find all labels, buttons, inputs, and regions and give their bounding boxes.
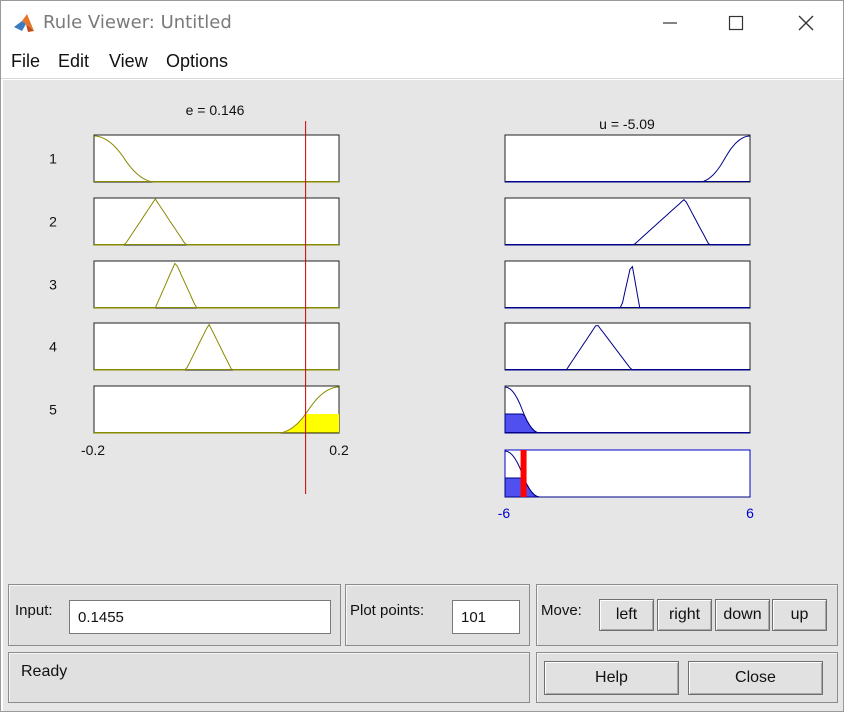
- menu-view[interactable]: View: [109, 51, 148, 72]
- input-mf-plot-2[interactable]: [93, 197, 340, 246]
- control-panel: Input: Plot points: Move: left right dow…: [3, 580, 843, 711]
- input-mf-plot-4[interactable]: [93, 322, 340, 371]
- rule-number-3[interactable]: 3: [49, 277, 57, 293]
- move-right-button[interactable]: right: [657, 599, 712, 631]
- minimize-button[interactable]: [637, 1, 703, 45]
- move-panel: Move: left right down up: [536, 584, 838, 646]
- move-up-button[interactable]: up: [772, 599, 827, 631]
- rule-number-2[interactable]: 2: [49, 214, 57, 230]
- input-field[interactable]: [69, 600, 331, 634]
- output-range-min-label: -6: [498, 505, 511, 521]
- title-bar: Rule Viewer: Untitled: [1, 1, 843, 45]
- input-range-max-label: 0.2: [329, 442, 349, 458]
- output-mf-plot-5[interactable]: [504, 385, 751, 434]
- rule-plots-canvas[interactable]: e = 0.146 u = -5.09 1 2 3 4 5 -0.2 0.2 -6 6: [3, 80, 843, 580]
- status-panel: Ready: [8, 652, 530, 703]
- plot-points-panel: Plot points:: [345, 584, 530, 646]
- menu-bar: File Edit View Options: [1, 45, 843, 79]
- menu-edit[interactable]: Edit: [58, 51, 89, 72]
- output-mf-plot-2[interactable]: [504, 197, 751, 246]
- window-title: Rule Viewer: Untitled: [43, 12, 232, 33]
- plot-points-field[interactable]: [452, 600, 520, 634]
- move-label: Move:: [541, 602, 582, 619]
- move-left-button[interactable]: left: [599, 599, 654, 631]
- help-button[interactable]: Help: [544, 661, 679, 695]
- action-panel: Help Close: [536, 652, 838, 703]
- minimize-icon: [663, 22, 677, 24]
- input-panel: Input:: [8, 584, 341, 646]
- output-variable-title: u = -5.09: [599, 116, 655, 132]
- matlab-logo-icon: [14, 14, 34, 32]
- menu-file[interactable]: File: [11, 51, 40, 72]
- output-mf-plots: [504, 134, 751, 434]
- rule-plot-area: e = 0.146 u = -5.09 1 2 3 4 5 -0.2 0.2 -6 6: [3, 80, 843, 580]
- close-window-button[interactable]: [773, 1, 839, 45]
- aggregated-output-frame[interactable]: [504, 449, 751, 498]
- input-label: Input:: [15, 602, 53, 619]
- rule-number-column: 1 2 3 4 5: [49, 151, 57, 418]
- rule-number-1[interactable]: 1: [49, 151, 57, 167]
- input-variable-title: e = 0.146: [186, 102, 245, 118]
- close-icon: [798, 15, 814, 31]
- input-mf-plot-1[interactable]: [93, 134, 340, 183]
- rule-number-5[interactable]: 5: [49, 402, 57, 418]
- aggregated-output-plot: [504, 449, 751, 498]
- maximize-button[interactable]: [703, 1, 769, 45]
- input-mf-plot-3[interactable]: [93, 260, 340, 309]
- rule-number-4[interactable]: 4: [49, 339, 57, 355]
- move-down-button[interactable]: down: [715, 599, 770, 631]
- input-range-min-label: -0.2: [81, 442, 105, 458]
- close-button[interactable]: Close: [688, 661, 823, 695]
- output-mf-plot-4[interactable]: [504, 322, 751, 371]
- rule-viewer-window: Rule Viewer: Untitled File Edit View Opt…: [0, 0, 844, 712]
- status-text: Ready: [21, 663, 68, 680]
- output-mf-plot-3[interactable]: [504, 260, 751, 309]
- input-mf-plots: [93, 134, 340, 434]
- menu-options[interactable]: Options: [166, 51, 228, 72]
- maximize-icon: [728, 15, 744, 31]
- output-range-max-label: 6: [746, 505, 754, 521]
- plot-points-label: Plot points:: [350, 602, 425, 619]
